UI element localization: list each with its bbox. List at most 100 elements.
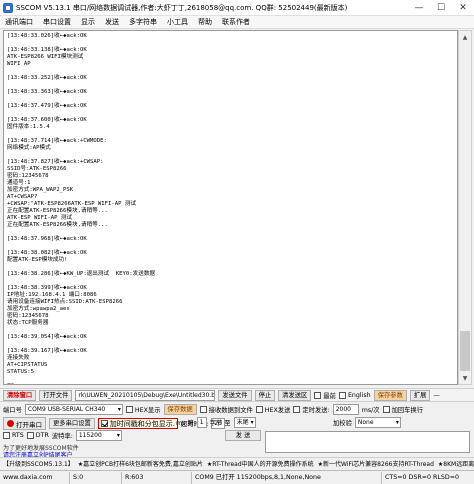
ticker-item-wifi-chip[interactable]: ★新一代WiFi芯片兼容8266支持RT-Thread bbox=[318, 459, 434, 468]
terminal-line: OK bbox=[7, 383, 454, 384]
terminal-line: 连接失败 bbox=[7, 355, 30, 361]
minimize-button[interactable]: — bbox=[408, 0, 430, 16]
terminal-line: ATK-ESP8266 WIFI模块测试 bbox=[7, 54, 84, 60]
checksum-label: 加校验 bbox=[333, 420, 352, 427]
menu-item-display[interactable]: 显示 bbox=[76, 17, 100, 27]
status-website[interactable]: www.daxia.com bbox=[0, 471, 70, 484]
terminal-line: 加密方式:WPA_WAP2_PSK bbox=[7, 187, 74, 193]
terminal-scrollbar[interactable]: ▲ ▼ bbox=[458, 30, 472, 385]
stop-button[interactable]: 停止 bbox=[254, 389, 276, 401]
send-text-area[interactable] bbox=[265, 431, 470, 453]
menu-item-tools[interactable]: 小工具 bbox=[162, 17, 193, 27]
terminal-line: AT+CIPSTATUS bbox=[7, 362, 48, 368]
terminal-line: 加密方式:wpawpa2_aes bbox=[7, 306, 70, 312]
checksum-select[interactable]: None bbox=[354, 417, 401, 428]
terminal-line: 状态:TCP服务器 bbox=[7, 320, 49, 326]
port-select[interactable]: COM9 USB-SERIAL CH340 bbox=[24, 404, 123, 415]
terminal-line: 网络模式:AP模式 bbox=[7, 145, 51, 151]
scroll-up-icon[interactable]: ▲ bbox=[459, 31, 471, 43]
open-file-button[interactable]: 打开文件 bbox=[39, 389, 73, 401]
terminal-line: STATUS:5 bbox=[7, 369, 34, 375]
terminal-line: [13:48:38.082]收←◆ack:OK bbox=[7, 250, 87, 256]
timeout-unit: ms 第 bbox=[176, 420, 194, 427]
clear-send-button[interactable]: 清发送区 bbox=[278, 389, 312, 401]
save-params-button[interactable]: 保存参数 bbox=[373, 389, 407, 401]
hex-display-checkbox[interactable]: HEX显示 bbox=[125, 405, 161, 414]
terminal-line: 密码:12345678 bbox=[7, 313, 49, 319]
send-button[interactable]: 发 送 bbox=[225, 430, 261, 441]
status-received-count: R:603 bbox=[122, 471, 192, 484]
receive-terminal[interactable]: [13:48:33.026]收←◆ack:OK [13:48:33.138]收←◆… bbox=[3, 30, 458, 385]
terminal-line: ATK-ESP WIFI-AP 测试 bbox=[7, 215, 73, 221]
timed-send-checkbox[interactable]: 定时发送: bbox=[293, 405, 330, 414]
hex-send-checkbox[interactable]: HEX发送 bbox=[255, 405, 290, 414]
recv-to-file-checkbox[interactable]: 接收数据到文件 bbox=[199, 405, 253, 414]
terminal-line: 正在配置ATK-ESP8266模块,请稍等... bbox=[7, 222, 108, 228]
terminal-line: WIFI AP bbox=[7, 61, 31, 67]
window-title: SSCOM V5.13.1 串口/网络数据调试器,作者:大虾丁丁,2618058… bbox=[16, 3, 348, 12]
terminal-line: [13:48:37.968]收←◆ack:OK bbox=[7, 236, 87, 242]
control-panel: 端口号 COM9 USB-SERIAL CH340 HEX显示 保存数据 接收数… bbox=[0, 403, 474, 459]
title-bar: SSCOM V5.13.1 串口/网络数据调试器,作者:大虾丁丁,2618058… bbox=[0, 0, 474, 16]
status-modem-lines: CTS=0 DSR=0 RLSD=0 bbox=[385, 473, 460, 481]
send-file-button[interactable]: 发送文件 bbox=[218, 389, 252, 401]
expand-button[interactable]: 扩展 bbox=[409, 389, 431, 401]
menu-item-send[interactable]: 发送 bbox=[100, 17, 124, 27]
terminal-line: 固件版本:1.5.4 bbox=[7, 124, 50, 130]
terminal-line: [13:48:39.167]收←◆ack:OK bbox=[7, 348, 87, 354]
open-port-button[interactable]: 打开串口 bbox=[3, 417, 46, 430]
add-newline-checkbox[interactable]: 加回车换行 bbox=[382, 405, 423, 414]
scroll-thumb[interactable] bbox=[460, 331, 470, 371]
terminal-line: 通道号:1 bbox=[7, 180, 31, 186]
menu-item-help[interactable]: 帮助 bbox=[193, 17, 217, 27]
port-status-icon bbox=[7, 420, 14, 427]
english-checkbox[interactable]: English bbox=[338, 391, 371, 399]
byte-unit: 字节 至 bbox=[209, 420, 231, 427]
terminal-line: 正在配置ATK-ESP8266模块,请稍等... bbox=[7, 208, 108, 214]
save-data-button[interactable]: 保存数据 bbox=[163, 404, 197, 415]
status-sent-count: S:0 bbox=[70, 471, 122, 484]
clear-window-button[interactable]: 清除窗口 bbox=[3, 389, 37, 401]
timestamp-checkbox[interactable]: 加时间戳和分包显示. bbox=[97, 418, 179, 429]
rts-checkbox[interactable]: RTS bbox=[3, 432, 24, 439]
baud-select[interactable]: 115200 bbox=[75, 430, 122, 441]
menu-item-serial-settings[interactable]: 串口设置 bbox=[38, 17, 76, 27]
terminal-line: 请用设备连接WIFI热点:SSID:ATK-ESP8266 bbox=[7, 299, 123, 305]
terminal-line: [13:48:39.054]收←◆ack:OK bbox=[7, 334, 87, 340]
byte-index-input[interactable]: 1 bbox=[196, 417, 207, 428]
terminal-line: [13:48:33.363]收←◆ack:OK bbox=[7, 89, 87, 95]
maximize-button[interactable]: ☐ bbox=[430, 0, 452, 16]
file-path-field[interactable]: rk\ULWEN_20210105\Debug\Exe\Untitled30.b… bbox=[75, 389, 216, 401]
ticker-item-rtthread[interactable]: ★RT-Thread中国人的开源免费操作系统 bbox=[207, 459, 314, 468]
interval-input[interactable]: 2000 bbox=[332, 404, 359, 415]
ticker-item-pcb[interactable]: ★嘉立创PCB打样6块包邮新客免费,嘉立创贴片 bbox=[78, 459, 203, 468]
menu-item-contact[interactable]: 联系作者 bbox=[217, 17, 255, 27]
topmost-checkbox[interactable]: 最前 bbox=[314, 391, 336, 400]
menu-item-multi-string[interactable]: 多字符串 bbox=[124, 17, 162, 27]
terminal-line: [13:48:38.286]收←◆KW_UP:退出测试 KEY0:发送数据 bbox=[7, 271, 156, 277]
dtr-checkbox[interactable]: DTR bbox=[26, 432, 49, 439]
terminal-line: [13:48:33.026]收←◆ack:OK bbox=[7, 33, 87, 39]
terminal-line: IP地址:192.168.4.1 端口:8086 bbox=[7, 292, 97, 298]
scroll-down-icon[interactable]: ▼ bbox=[459, 372, 471, 384]
menu-item-port[interactable]: 通讯端口 bbox=[0, 17, 38, 27]
close-button[interactable]: ✕ bbox=[452, 0, 474, 16]
ticker-item-wifi-mesh[interactable]: ★8KM远距离WiFi可自组网 bbox=[438, 459, 474, 468]
terminal-line: [13:48:33.252]收←◆ack:OK bbox=[7, 75, 87, 81]
menu-bar: 通讯端口 串口设置 显示 发送 多字符串 小工具 帮助 联系作者 bbox=[0, 16, 474, 29]
terminal-line: [13:48:37.827]收←◆ack:+CWSAP: bbox=[7, 159, 104, 165]
toolbar-dash: — bbox=[433, 391, 440, 399]
tail-select[interactable]: 末尾 bbox=[233, 417, 256, 428]
terminal-line: AT+CWSAP? bbox=[7, 194, 38, 200]
more-settings-button[interactable]: 更多串口设置 bbox=[49, 418, 95, 429]
ticker-item-upgrade[interactable]: 【升级到SSCOM5.13.1】 bbox=[3, 459, 74, 468]
terminal-line: [13:48:38.399]收←◆ack:OK bbox=[7, 285, 87, 291]
